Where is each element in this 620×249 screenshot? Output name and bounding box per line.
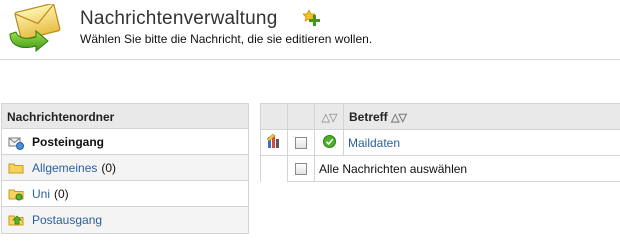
folder-label[interactable]: Postausgang: [32, 213, 102, 227]
folder-count: (0): [54, 186, 69, 201]
folder-uni[interactable]: Uni (0): [2, 181, 248, 207]
row-checkbox[interactable]: [295, 137, 307, 150]
message-table: △▽ Betreff △▽ Maildaten Alle Nachrichten…: [260, 103, 620, 182]
subject-cell: Maildaten: [343, 129, 620, 156]
header-select-cell: [287, 103, 315, 130]
folder-gear-icon: [8, 189, 24, 200]
folder-icon: [8, 163, 24, 173]
page-subtitle: Wählen Sie bitte die Nachricht, die sie …: [80, 32, 373, 46]
select-all-cell: [287, 155, 315, 182]
page-title: Nachrichtenverwaltung: [80, 8, 278, 29]
select-all-label[interactable]: Alle Nachrichten auswählen: [315, 162, 467, 176]
folder-sidebar: Nachrichtenordner Posteingang Allgemeine…: [1, 103, 249, 234]
subject-link[interactable]: Maildaten: [344, 136, 400, 150]
table-row: Maildaten: [260, 129, 620, 156]
mail-flag-icon: [266, 133, 279, 148]
table-header-row: △▽ Betreff △▽: [260, 103, 620, 130]
header-type-cell: [260, 103, 288, 130]
add-message-icon[interactable]: [303, 9, 321, 27]
check-icon: [322, 134, 336, 148]
status-cell: [314, 129, 344, 156]
folder-outbox[interactable]: Postausgang: [2, 207, 248, 233]
status-sort-control[interactable]: △▽: [314, 103, 344, 130]
folder-label[interactable]: Uni: [32, 187, 50, 201]
select-all-row: Alle Nachrichten auswählen: [260, 155, 620, 182]
sidebar-heading: Nachrichtenordner: [2, 103, 248, 129]
sort-arrows-icon[interactable]: △▽: [391, 112, 407, 124]
folder-label[interactable]: Allgemeines: [32, 161, 97, 175]
select-all-label-cell: Alle Nachrichten auswählen: [314, 155, 620, 182]
select-all-checkbox[interactable]: [295, 163, 307, 176]
type-cell: [260, 129, 288, 156]
outbox-icon: [8, 215, 24, 226]
folder-inbox[interactable]: Posteingang: [2, 129, 248, 155]
empty-cell: [260, 155, 288, 182]
folder-count: (0): [101, 160, 117, 175]
subject-column-header[interactable]: Betreff △▽: [343, 103, 620, 130]
folder-allgemeines[interactable]: Allgemeines (0): [2, 155, 248, 181]
subject-header-label[interactable]: Betreff: [349, 110, 388, 124]
folder-label: Posteingang: [32, 134, 105, 149]
mail-manage-icon: [9, 4, 61, 52]
inbox-icon: [8, 137, 24, 150]
sort-arrows-icon[interactable]: △▽: [322, 112, 338, 124]
select-cell: [287, 129, 315, 156]
page-header: Nachrichtenverwaltung Wählen Sie bitte d…: [0, 0, 620, 60]
